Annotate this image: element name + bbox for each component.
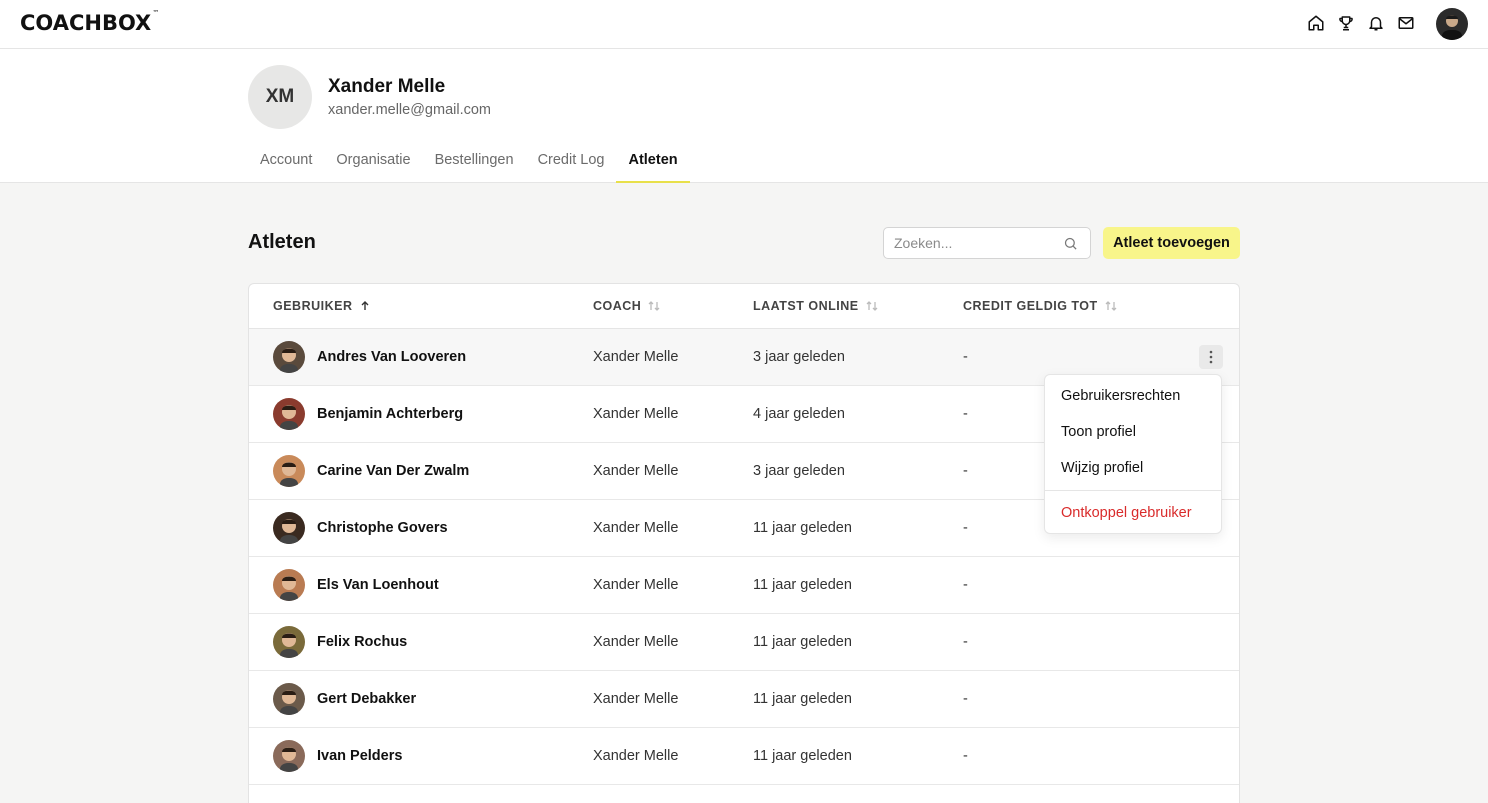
menu-divider xyxy=(1045,490,1221,491)
app-logo[interactable]: COACHBOX™ xyxy=(20,9,159,35)
column-header-laatst-online[interactable]: LAATST ONLINE xyxy=(753,299,879,313)
add-athlete-button[interactable]: Atleet toevoegen xyxy=(1103,227,1240,259)
profile-header: XM Xander Melle xander.melle@gmail.com A… xyxy=(0,49,1488,183)
athlete-avatar xyxy=(273,398,305,430)
column-header-coach[interactable]: COACH xyxy=(593,299,661,313)
coach-name: Xander Melle xyxy=(593,577,679,593)
athlete-name[interactable]: Ivan Pelders xyxy=(317,748,402,764)
athlete-name[interactable]: Carine Van Der Zwalm xyxy=(317,463,469,479)
table-row[interactable]: Els Van Loenhout Xander Melle 11 jaar gele… xyxy=(249,557,1239,614)
credit-valid-until: - xyxy=(963,406,968,422)
mail-icon[interactable] xyxy=(1396,13,1416,33)
trophy-icon[interactable] xyxy=(1336,13,1356,33)
last-online: 11 jaar geleden xyxy=(753,691,852,707)
athletes-table: GEBRUIKER COACH LAATST ONLINE CREDIT GEL… xyxy=(248,283,1240,803)
menu-item-wijzig-profiel[interactable]: Wijzig profiel xyxy=(1061,460,1143,476)
tab-account[interactable]: Account xyxy=(248,141,324,183)
table-row[interactable]: Gert Debakker Xander Melle 11 jaar geleden… xyxy=(249,671,1239,728)
table-row[interactable]: Ivan Pelders Xander Melle 11 jaar geleden - xyxy=(249,728,1239,785)
credit-valid-until: - xyxy=(963,520,968,536)
athlete-name[interactable]: Christophe Govers xyxy=(317,520,448,536)
credit-valid-until: - xyxy=(963,349,968,365)
coach-name: Xander Melle xyxy=(593,349,679,365)
tab-bestellingen[interactable]: Bestellingen xyxy=(423,141,526,183)
last-online: 11 jaar geleden xyxy=(753,748,852,764)
top-icons xyxy=(1306,13,1416,33)
section-title: Atleten xyxy=(248,231,316,253)
last-online: 4 jaar geleden xyxy=(753,406,845,422)
athlete-avatar xyxy=(273,740,305,772)
profile-email: xander.melle@gmail.com xyxy=(328,102,492,118)
sort-icon xyxy=(866,301,878,311)
athlete-avatar xyxy=(273,455,305,487)
credit-valid-until: - xyxy=(963,463,968,479)
credit-valid-until: - xyxy=(963,577,968,593)
column-header-gebruiker[interactable]: GEBRUIKER xyxy=(273,299,371,313)
coach-name: Xander Melle xyxy=(593,748,679,764)
bell-icon[interactable] xyxy=(1366,13,1386,33)
athlete-avatar xyxy=(273,569,305,601)
home-icon[interactable] xyxy=(1306,13,1326,33)
sort-icon xyxy=(648,301,660,311)
credit-valid-until: - xyxy=(963,691,968,707)
column-header-credit[interactable]: CREDIT GELDIG TOT xyxy=(963,299,1118,313)
tab-credit-log[interactable]: Credit Log xyxy=(526,141,617,183)
coach-name: Xander Melle xyxy=(593,406,679,422)
coach-name: Xander Melle xyxy=(593,463,679,479)
menu-item-ontkoppel-gebruiker[interactable]: Ontkoppel gebruiker xyxy=(1061,505,1192,521)
table-header: GEBRUIKER COACH LAATST ONLINE CREDIT GEL… xyxy=(249,284,1239,329)
row-context-menu: Gebruikersrechten Toon profiel Wijzig pr… xyxy=(1044,374,1222,534)
search-icon xyxy=(1063,236,1078,256)
menu-item-toon-profiel[interactable]: Toon profiel xyxy=(1061,424,1136,440)
more-vertical-icon xyxy=(1209,350,1213,364)
athlete-avatar xyxy=(273,626,305,658)
table-row[interactable]: Felix Rochus Xander Melle 11 jaar geleden - xyxy=(249,614,1239,671)
last-online: 11 jaar geleden xyxy=(753,634,852,650)
athlete-name[interactable]: Felix Rochus xyxy=(317,634,407,650)
search-input[interactable] xyxy=(884,228,1054,258)
last-online: 3 jaar geleden xyxy=(753,349,845,365)
profile-name: Xander Melle xyxy=(328,76,446,97)
credit-valid-until: - xyxy=(963,748,968,764)
tab-organisatie[interactable]: Organisatie xyxy=(324,141,422,183)
last-online: 11 jaar geleden xyxy=(753,520,852,536)
profile-avatar: XM xyxy=(248,65,312,129)
user-avatar[interactable] xyxy=(1436,8,1468,40)
athlete-avatar xyxy=(273,341,305,373)
coach-name: Xander Melle xyxy=(593,634,679,650)
sort-icon xyxy=(1105,301,1117,311)
last-online: 11 jaar geleden xyxy=(753,577,852,593)
coach-name: Xander Melle xyxy=(593,691,679,707)
athlete-name[interactable]: Els Van Loenhout xyxy=(317,577,439,593)
athlete-name[interactable]: Benjamin Achterberg xyxy=(317,406,463,422)
profile-tabs: Account Organisatie Bestellingen Credit … xyxy=(248,141,690,183)
tab-atleten[interactable]: Atleten xyxy=(616,141,690,183)
search-box xyxy=(883,227,1091,259)
menu-item-gebruikersrechten[interactable]: Gebruikersrechten xyxy=(1061,388,1180,404)
sort-asc-icon xyxy=(361,301,369,310)
row-menu-button[interactable] xyxy=(1199,345,1223,369)
athlete-avatar xyxy=(273,683,305,715)
athlete-avatar xyxy=(273,512,305,544)
coach-name: Xander Melle xyxy=(593,520,679,536)
credit-valid-until: - xyxy=(963,634,968,650)
last-online: 3 jaar geleden xyxy=(753,463,845,479)
top-bar: COACHBOX™ xyxy=(0,0,1488,49)
athlete-name[interactable]: Andres Van Looveren xyxy=(317,349,466,365)
athlete-name[interactable]: Gert Debakker xyxy=(317,691,416,707)
